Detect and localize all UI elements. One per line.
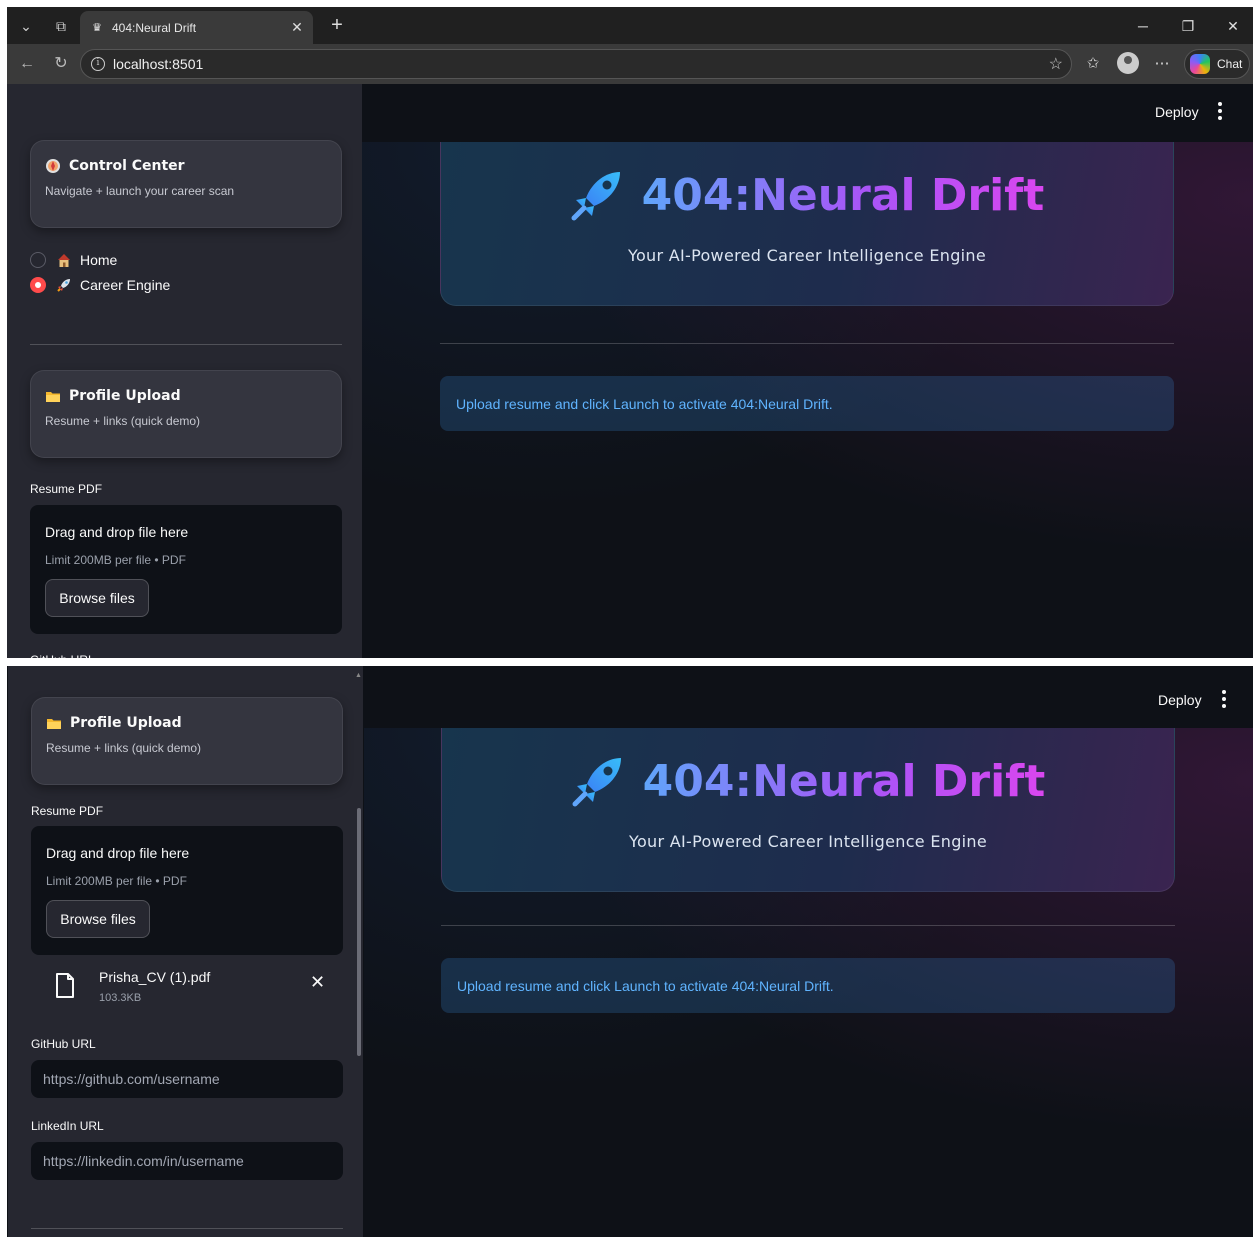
reload-icon[interactable]: ↻ (49, 52, 73, 76)
dropzone-title: Drag and drop file here (46, 845, 190, 861)
tab-close-icon[interactable]: ✕ (287, 19, 307, 36)
minimize-icon[interactable]: ─ (1123, 13, 1163, 39)
radio-unselected[interactable] (30, 252, 46, 268)
main-content: Deploy 404:Neural Drift Your AI-Powered … (364, 666, 1253, 1237)
linkedin-url-input[interactable] (31, 1142, 343, 1180)
profile-upload-card: Profile Upload Resume + links (quick dem… (31, 697, 343, 785)
nav-radio-career-engine[interactable]: Career Engine (30, 277, 170, 293)
profile-upload-card: Profile Upload Resume + links (quick dem… (30, 370, 342, 458)
copilot-icon (1190, 54, 1210, 74)
hero-title: 404:Neural Drift (642, 755, 1046, 807)
compass-icon (46, 159, 60, 173)
dropzone-limit: Limit 200MB per file • PDF (45, 553, 186, 567)
profile-upload-title: Profile Upload (70, 715, 182, 731)
dropzone-title: Drag and drop file here (45, 524, 189, 540)
sidebar-divider (31, 1228, 343, 1229)
dropzone-limit: Limit 200MB per file • PDF (46, 874, 187, 888)
tab-list-chevron-icon[interactable]: ⌄ (13, 13, 39, 39)
rocket-icon (57, 279, 70, 292)
github-url-label: GitHub URL (31, 1037, 96, 1051)
hero-title: 404:Neural Drift (641, 169, 1045, 221)
main-content: Deploy 404:Neural Drift Your AI-Powered … (362, 84, 1253, 658)
control-center-card: Control Center Navigate + launch your ca… (30, 140, 342, 228)
resume-pdf-label: Resume PDF (30, 482, 103, 496)
nav-radio-home[interactable]: Home (30, 252, 117, 268)
browser-address-bar: ← ↻ i localhost:8501 ☆ ✩ ⋯ Chat (7, 44, 1253, 84)
browse-files-button[interactable]: Browse files (45, 579, 149, 617)
back-arrow-icon[interactable]: ← (15, 52, 39, 76)
browse-files-button[interactable]: Browse files (46, 900, 150, 938)
hero-subtitle: Your AI-Powered Career Intelligence Engi… (629, 832, 987, 851)
folder-icon (46, 392, 60, 402)
hero-banner: 404:Neural Drift Your AI-Powered Career … (441, 728, 1175, 892)
uploaded-file-row: Prisha_CV (1).pdf 103.3KB ✕ (31, 959, 343, 1019)
info-alert: Upload resume and click Launch to activa… (440, 376, 1174, 431)
restore-icon[interactable]: ❐ (1168, 13, 1208, 39)
hero-banner: 404:Neural Drift Your AI-Powered Career … (440, 142, 1174, 306)
chat-label: Chat (1217, 57, 1243, 71)
info-alert: Upload resume and click Launch to activa… (441, 958, 1175, 1013)
url-omnibox[interactable]: i localhost:8501 ☆ (80, 49, 1072, 79)
screenshot-top: ⌄ ⧉ ♛ 404:Neural Drift ✕ + ─ ❐ ✕ ← ↻ i l… (7, 7, 1253, 658)
deploy-button[interactable]: Deploy (1155, 104, 1199, 120)
scroll-up-arrow-icon[interactable]: ▲ (355, 672, 362, 679)
browser-tab-bar: ⌄ ⧉ ♛ 404:Neural Drift ✕ + ─ ❐ ✕ (7, 7, 1253, 44)
main-menu-kebab-icon[interactable] (1215, 102, 1225, 122)
profile-avatar-icon[interactable] (1117, 52, 1139, 74)
profile-upload-title: Profile Upload (69, 388, 181, 404)
remove-file-close-icon[interactable]: ✕ (310, 972, 325, 993)
deploy-button[interactable]: Deploy (1158, 692, 1202, 708)
streamlit-favicon-icon: ♛ (92, 21, 102, 34)
main-divider (441, 925, 1175, 926)
workspaces-icon[interactable]: ⧉ (48, 13, 74, 39)
uploaded-file-size: 103.3KB (99, 992, 142, 1004)
control-center-subtitle: Navigate + launch your career scan (45, 184, 235, 198)
linkedin-url-label: LinkedIn URL (31, 1119, 104, 1133)
control-center-title: Control Center (69, 158, 185, 174)
site-info-icon[interactable]: i (91, 57, 105, 71)
folder-icon (47, 719, 61, 729)
screenshot-bottom: Profile Upload Resume + links (quick dem… (7, 666, 1253, 1237)
main-menu-kebab-icon[interactable] (1219, 690, 1229, 710)
nav-label-career-engine: Career Engine (80, 277, 171, 293)
nav-label-home: Home (80, 252, 118, 268)
radio-selected[interactable] (30, 277, 46, 293)
resume-pdf-label: Resume PDF (31, 804, 104, 818)
sidebar-divider (30, 344, 342, 345)
app-header: Deploy (362, 84, 1253, 142)
hero-rocket-icon (572, 758, 621, 807)
hero-subtitle: Your AI-Powered Career Intelligence Engi… (628, 246, 986, 265)
resume-dropzone[interactable]: Drag and drop file here Limit 200MB per … (30, 505, 342, 634)
app-header: Deploy (364, 666, 1253, 728)
bookmark-star-icon[interactable]: ☆ (1049, 54, 1063, 74)
github-url-input[interactable] (31, 1060, 343, 1098)
file-icon (56, 973, 74, 998)
copilot-chat-button[interactable]: Chat (1184, 49, 1250, 79)
more-menu-icon[interactable]: ⋯ (1150, 52, 1174, 76)
favorites-icon[interactable]: ✩ (1081, 52, 1105, 76)
main-divider (440, 343, 1174, 344)
github-url-label: GitHub URL (30, 653, 95, 658)
sidebar-scrolled: Profile Upload Resume + links (quick dem… (8, 666, 363, 1237)
close-window-icon[interactable]: ✕ (1213, 13, 1253, 39)
browser-tab[interactable]: ♛ 404:Neural Drift ✕ (80, 11, 313, 44)
tab-title: 404:Neural Drift (112, 20, 197, 35)
hero-rocket-icon (571, 172, 620, 221)
uploaded-file-name: Prisha_CV (1).pdf (99, 969, 211, 985)
sidebar-scrollbar[interactable] (357, 808, 361, 1056)
sidebar: Control Center Navigate + launch your ca… (7, 84, 362, 658)
resume-dropzone[interactable]: Drag and drop file here Limit 200MB per … (31, 826, 343, 955)
profile-upload-subtitle: Resume + links (quick demo) (45, 414, 201, 428)
profile-upload-subtitle: Resume + links (quick demo) (46, 741, 202, 755)
url-text: localhost:8501 (113, 56, 204, 72)
new-tab-plus-icon[interactable]: + (324, 13, 350, 39)
house-icon (58, 254, 70, 267)
